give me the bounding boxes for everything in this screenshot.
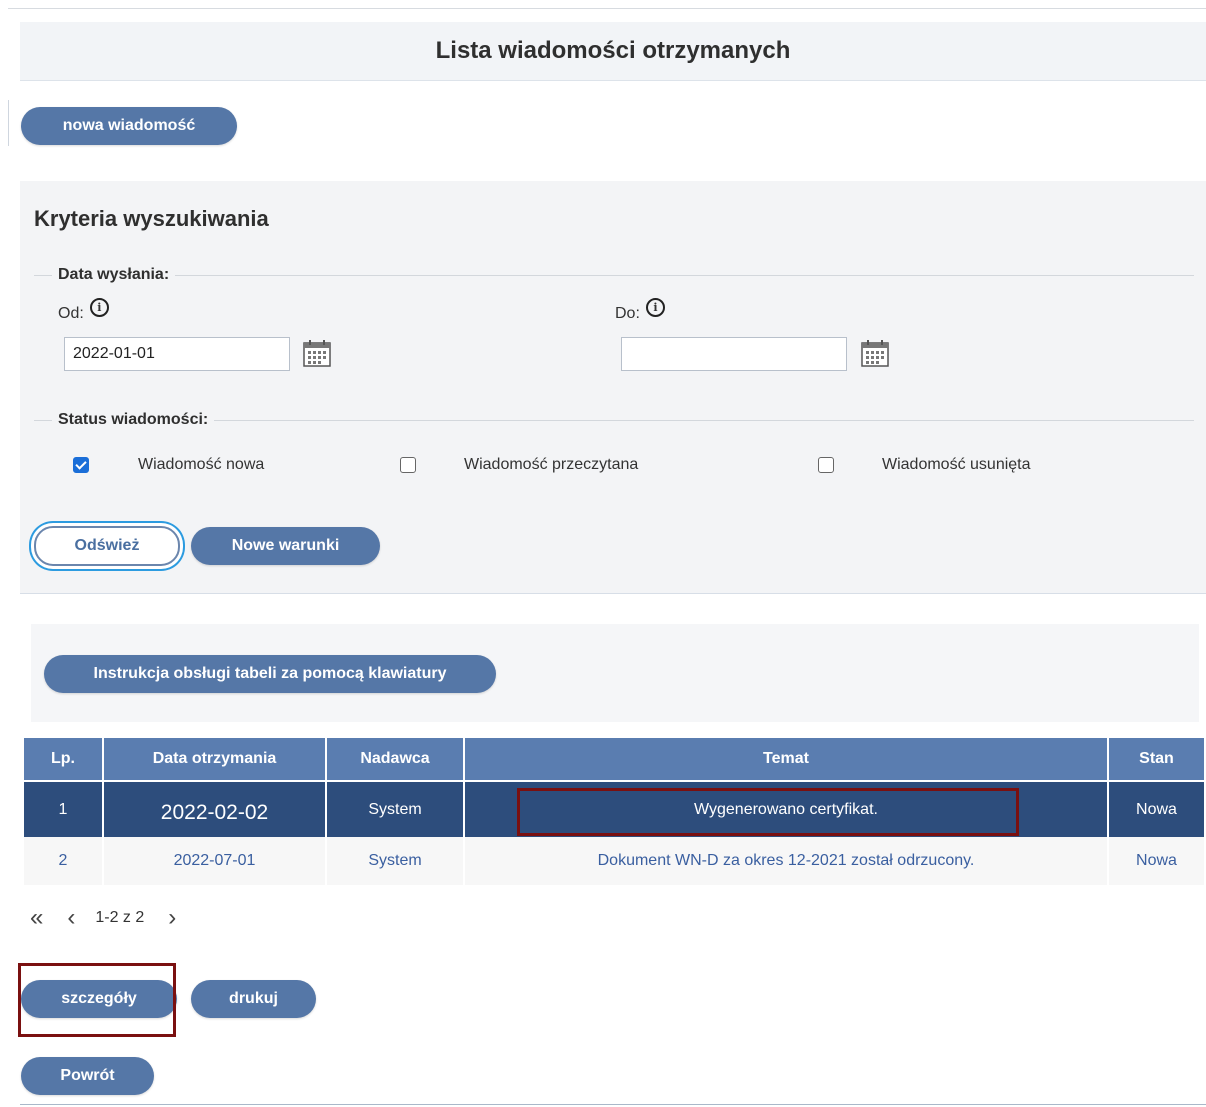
status-new-checkbox[interactable] — [73, 457, 89, 473]
calendar-icon[interactable] — [860, 338, 890, 368]
table-row[interactable]: 2 2022-07-01 System Dokument WN-D za okr… — [24, 837, 1204, 885]
column-header-date[interactable]: Data otrzymania — [104, 738, 325, 782]
keyboard-help-button[interactable]: Instrukcja obsługi tabeli za pomocą klaw… — [44, 655, 496, 693]
cell-status: Nowa — [1109, 782, 1204, 837]
new-message-button[interactable]: nowa wiadomość — [21, 107, 237, 145]
to-label: Do: i — [615, 298, 665, 323]
status-deleted-label: Wiadomość usunięta — [882, 456, 1031, 473]
back-button[interactable]: Powrót — [21, 1057, 154, 1095]
pager-info: 1-2 z 2 — [95, 909, 145, 926]
cell-sender: System — [327, 837, 463, 885]
page-title: Lista wiadomości otrzymanych — [20, 22, 1206, 81]
date-legend: Data wysłania: — [52, 266, 176, 284]
bottom-border — [20, 1104, 1206, 1105]
calendar-icon[interactable] — [302, 338, 332, 368]
column-header-sender[interactable]: Nadawca — [327, 738, 463, 782]
to-label-text: Do: — [615, 304, 640, 322]
cell-date: 2022-07-01 — [104, 837, 325, 885]
status-deleted-checkbox[interactable] — [818, 457, 834, 473]
cell-sender: System — [327, 782, 463, 837]
cell-lp: 1 — [24, 782, 102, 837]
subject-highlight-box — [517, 788, 1019, 836]
status-legend: Status wiadomości: — [52, 411, 215, 429]
to-date-input[interactable] — [621, 337, 847, 371]
from-label: Od: i — [58, 298, 109, 323]
left-border — [8, 100, 9, 146]
top-border — [8, 8, 1206, 9]
cell-status: Nowa — [1109, 837, 1204, 885]
cell-subject: Dokument WN-D za okres 12-2021 został od… — [465, 837, 1107, 885]
from-label-text: Od: — [58, 304, 84, 322]
prev-page-icon[interactable]: ‹ — [67, 904, 75, 932]
cell-date: 2022-02-02 — [104, 782, 325, 837]
date-fieldset-line — [34, 275, 1194, 276]
status-new-label: Wiadomość nowa — [138, 456, 265, 473]
status-read-label: Wiadomość przeczytana — [464, 456, 639, 473]
next-page-icon[interactable]: › — [168, 904, 176, 932]
column-header-status[interactable]: Stan — [1109, 738, 1204, 782]
pager: « ‹ 1-2 z 2 › — [30, 904, 176, 932]
print-button[interactable]: drukuj — [191, 980, 316, 1018]
column-header-subject[interactable]: Temat — [465, 738, 1107, 782]
column-header-lp[interactable]: Lp. — [24, 738, 102, 782]
table-header-row: Lp. Data otrzymania Nadawca Temat Stan — [24, 738, 1204, 782]
search-criteria-title: Kryteria wyszukiwania — [34, 206, 269, 231]
from-date-input[interactable] — [64, 337, 290, 371]
first-page-icon[interactable]: « — [30, 904, 43, 932]
details-highlight-box — [18, 963, 176, 1037]
cell-lp: 2 — [24, 837, 102, 885]
info-icon[interactable]: i — [89, 298, 109, 317]
info-icon[interactable]: i — [645, 298, 665, 317]
new-conditions-button[interactable]: Nowe warunki — [191, 527, 380, 565]
status-read-checkbox[interactable] — [400, 457, 416, 473]
refresh-button[interactable]: Odśwież — [34, 526, 180, 566]
